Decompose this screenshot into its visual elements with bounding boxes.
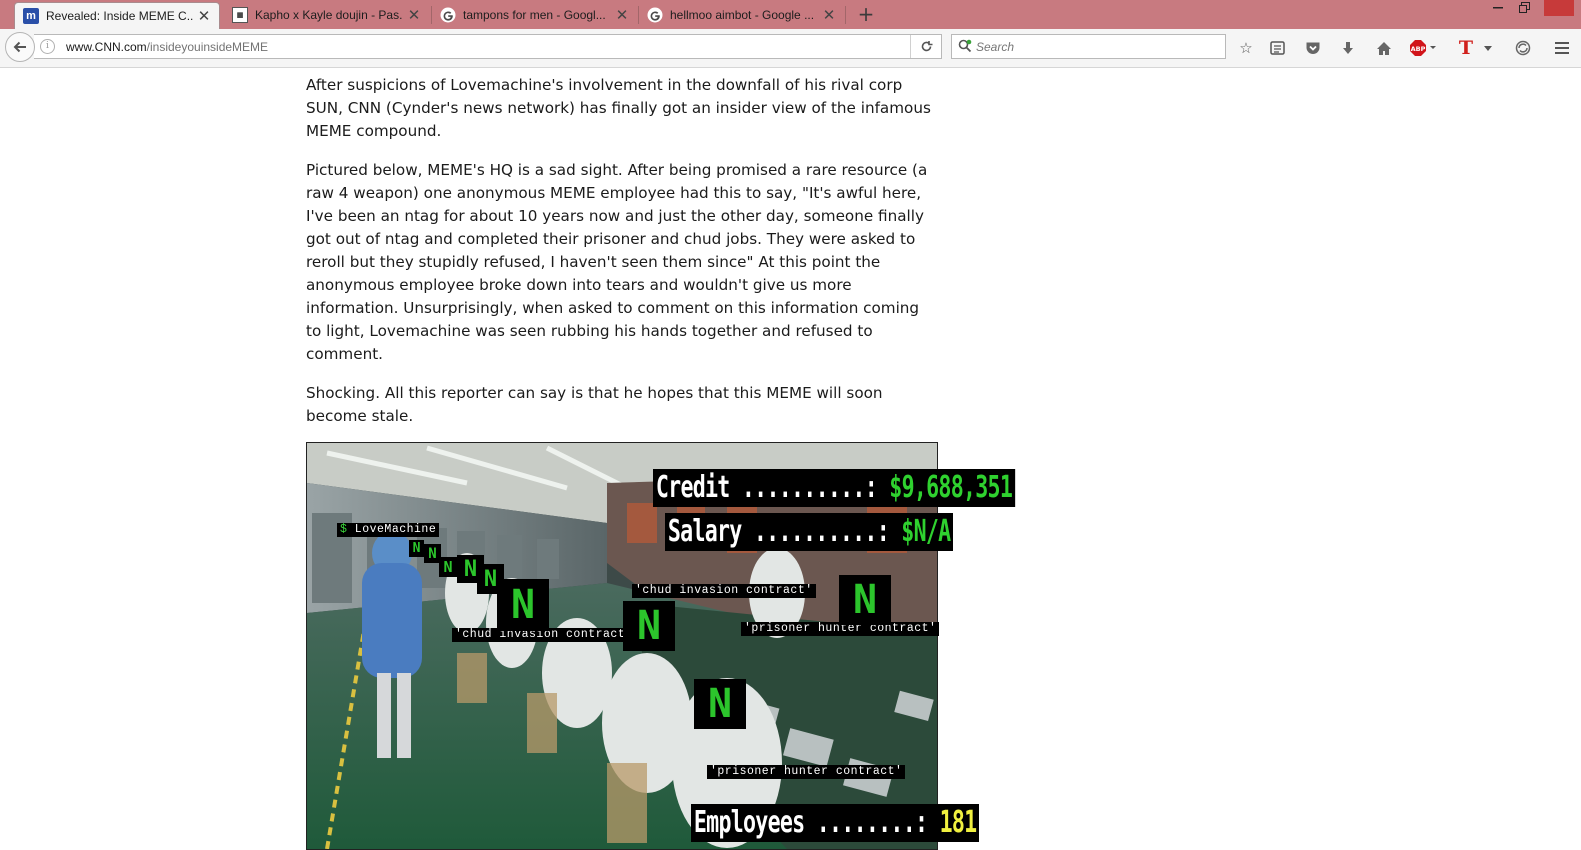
close-tab-icon[interactable]: ✕ xyxy=(822,6,836,24)
tab-cnn-article[interactable]: m Revealed: Inside MEME C... ✕ xyxy=(14,2,220,29)
article-body: After suspicions of Lovemachine's involv… xyxy=(306,74,938,444)
lovemachine-tag: $ LoveMachine xyxy=(337,523,440,537)
home-icon[interactable] xyxy=(1374,38,1394,58)
svg-text:ABP: ABP xyxy=(1411,45,1426,53)
search-input[interactable] xyxy=(976,38,1216,55)
reading-list-icon[interactable] xyxy=(1267,38,1287,58)
employees-label: Employees ........: xyxy=(693,805,940,840)
article-paragraph: After suspicions of Lovemachine's involv… xyxy=(306,76,931,140)
back-button[interactable] xyxy=(5,32,35,62)
restore-button[interactable] xyxy=(1514,2,1534,18)
employees-readout: Employees ........: 181 xyxy=(691,804,980,842)
prisoner-contract-label: 'prisoner hunter contract' xyxy=(707,765,906,779)
salary-value: $N/A xyxy=(901,514,951,549)
n-tag: N xyxy=(694,679,746,729)
article-paragraph: Shocking. All this reporter can say is t… xyxy=(306,384,883,425)
close-tab-icon[interactable]: ✕ xyxy=(615,6,629,24)
url-path: /insideyouinsideMEME xyxy=(146,40,269,54)
pastebin-icon: ▦ xyxy=(232,6,248,23)
sync-icon[interactable] xyxy=(1513,38,1533,58)
search-icon[interactable] xyxy=(958,39,972,53)
reload-icon[interactable] xyxy=(910,35,941,58)
credit-readout: Credit ..........: $9,688,351 xyxy=(653,469,1016,507)
search-box[interactable] xyxy=(951,34,1226,59)
chud-contract-label: 'chud invasion contract' xyxy=(632,584,816,598)
tab-strip: m Revealed: Inside MEME C... ✕ ▦ Kapho x… xyxy=(0,0,1581,29)
n-tag: N xyxy=(623,601,675,651)
adblock-icon[interactable]: ABP xyxy=(1410,38,1440,58)
navigation-toolbar: i www.CNN.com/insideyouinsideMEME ☆ ABP … xyxy=(0,29,1581,68)
tab-title: Kapho x Kayle doujin - Pas... xyxy=(255,7,403,22)
close-window-button[interactable] xyxy=(1544,0,1574,16)
n-tag: N xyxy=(839,575,891,625)
credit-label: Credit ..........: xyxy=(655,470,890,505)
star-icon[interactable]: ☆ xyxy=(1236,38,1256,58)
t-extension-icon[interactable]: T xyxy=(1456,37,1476,59)
close-tab-icon[interactable]: ✕ xyxy=(407,6,421,24)
tab-google-tampons[interactable]: tampons for men - Googl... ✕ xyxy=(432,2,637,27)
tab-pastebin[interactable]: ▦ Kapho x Kayle doujin - Pas... ✕ xyxy=(224,2,429,27)
google-icon xyxy=(647,7,663,23)
info-icon[interactable]: i xyxy=(40,39,55,54)
lovemachine-name: LoveMachine xyxy=(347,523,437,536)
minimize-button[interactable] xyxy=(1488,0,1508,16)
hamburger-menu-icon[interactable] xyxy=(1552,38,1572,58)
google-icon xyxy=(440,7,456,23)
pocket-icon[interactable] xyxy=(1303,38,1323,58)
url-text[interactable]: www.CNN.com/insideyouinsideMEME xyxy=(66,40,268,54)
credit-value: $9,688,351 xyxy=(889,470,1013,505)
tab-google-hellmoo[interactable]: hellmoo aimbot - Google ... ✕ xyxy=(639,2,844,27)
salary-readout: Salary ..........: $N/A xyxy=(665,513,954,551)
close-tab-icon[interactable]: ✕ xyxy=(197,7,211,25)
article-paragraph: Pictured below, MEME's HQ is a sad sight… xyxy=(306,161,928,363)
n-tag: N xyxy=(439,557,457,577)
meme-factory-image: Credit ..........: $9,688,351 Salary ...… xyxy=(306,442,1016,850)
n-tag: N xyxy=(409,540,424,557)
address-bar[interactable]: i www.CNN.com/insideyouinsideMEME xyxy=(34,34,942,59)
tab-title: tampons for men - Googl... xyxy=(463,7,606,22)
tab-title: Revealed: Inside MEME C... xyxy=(46,9,193,23)
salary-label: Salary ..........: xyxy=(667,514,902,549)
download-icon[interactable] xyxy=(1338,38,1358,58)
employees-value: 181 xyxy=(939,805,978,840)
back-arrow-icon xyxy=(13,41,26,53)
tab-title: hellmoo aimbot - Google ... xyxy=(670,7,815,22)
n-tag: N xyxy=(497,579,549,631)
tab-divider xyxy=(845,6,846,24)
dropdown-arrow-icon[interactable] xyxy=(1481,38,1495,58)
m-logo-icon: m xyxy=(23,8,39,24)
new-tab-button[interactable]: + xyxy=(856,3,876,25)
url-host: www.CNN.com xyxy=(66,40,147,54)
